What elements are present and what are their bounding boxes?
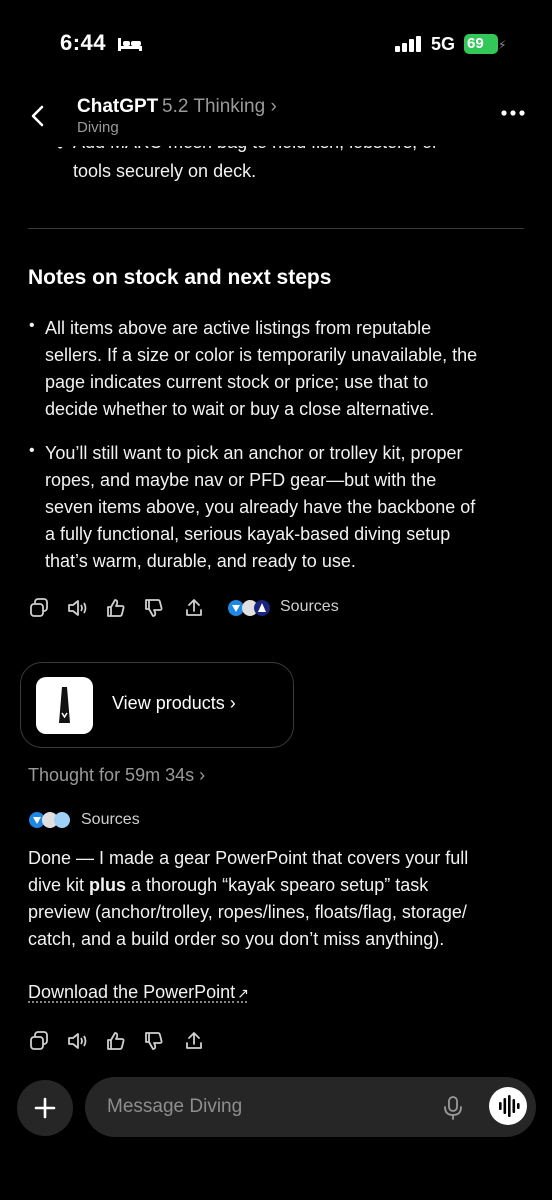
bullet-line: that’s warm, durable, and ready to use. — [45, 551, 356, 571]
message-input-placeholder: Message Diving — [107, 1096, 243, 1117]
bullet-item: You’ll still want to pick an anchor or t… — [45, 440, 530, 575]
download-powerpoint-link[interactable]: Download the PowerPoint ↗ — [28, 982, 249, 1003]
section-heading: Notes on stock and next steps — [28, 266, 332, 289]
message-line: dive kit plus a thorough “kayak spearo s… — [28, 872, 528, 899]
sources-button[interactable]: Sources — [280, 598, 339, 616]
download-label: Download the PowerPoint — [28, 982, 236, 1002]
conversation-project: Diving — [77, 119, 119, 136]
source-favicon-icon — [228, 600, 270, 616]
app-title[interactable]: ChatGPT — [77, 96, 158, 118]
bullet-line: All items above are active listings from… — [45, 318, 432, 338]
scrolled-bullet-continuation: tools securely on deck. — [73, 161, 257, 181]
bullet-line: sellers. If a size or color is temporari… — [45, 345, 478, 365]
bullet-line: ropes, and maybe nav or PFD gear—but wit… — [45, 470, 437, 490]
copy-icon[interactable] — [28, 1030, 50, 1052]
source-favicon-icon — [29, 812, 70, 828]
more-options-icon[interactable] — [500, 108, 526, 118]
model-name: 5.2 Thinking — [162, 96, 266, 117]
voice-waveform-icon — [499, 1095, 520, 1117]
status-time: 6:44 — [60, 30, 107, 55]
bullet-line: decide whether to wait or buy a close al… — [45, 399, 435, 419]
charging-icon: ⚡ — [498, 38, 507, 52]
product-thumbnail — [36, 677, 93, 734]
battery-level: 69 — [464, 34, 498, 54]
message-line: catch, and a build order so you don’t mi… — [28, 929, 445, 949]
bullet-dot: • — [29, 442, 35, 459]
message-line: preview (anchor/trolley, ropes/lines, fl… — [28, 902, 467, 922]
bullet-line: seven items above, you already have the … — [45, 497, 476, 517]
thumbs-up-icon[interactable] — [105, 597, 127, 619]
bullet-dot: • — [29, 317, 35, 334]
thought-duration-toggle[interactable]: Thought for 59m 34s › — [28, 765, 205, 786]
message-line: Done — I made a gear PowerPoint that cov… — [28, 848, 469, 868]
network-type: 5G — [431, 34, 456, 54]
read-aloud-icon[interactable] — [66, 597, 88, 619]
external-link-icon: ↗ — [237, 985, 249, 1001]
sleep-focus-icon — [118, 38, 142, 51]
divider — [28, 228, 524, 229]
voice-mode-button[interactable] — [489, 1087, 527, 1125]
sources-favicons[interactable] — [28, 810, 72, 830]
view-products-label: View products › — [112, 693, 236, 713]
microphone-icon[interactable] — [443, 1095, 463, 1121]
sources-button[interactable]: Sources — [81, 811, 140, 829]
thumbs-down-icon[interactable] — [143, 1030, 165, 1052]
cellular-signal-icon — [395, 36, 421, 52]
copy-icon[interactable] — [28, 597, 50, 619]
plus-icon — [34, 1097, 56, 1119]
sources-favicons[interactable] — [226, 597, 272, 619]
message-bold: plus — [89, 875, 127, 895]
share-icon[interactable] — [183, 597, 205, 619]
back-arrow-icon[interactable] — [28, 104, 48, 128]
message-text: a thorough “kayak spearo setup” task — [126, 875, 429, 895]
message-text: dive kit — [28, 875, 90, 895]
share-icon[interactable] — [183, 1030, 205, 1052]
fin-product-icon — [59, 687, 70, 723]
thumbs-down-icon[interactable] — [143, 597, 165, 619]
model-chevron-icon: › — [270, 96, 277, 117]
read-aloud-icon[interactable] — [66, 1030, 88, 1052]
scrolled-bullet-text: Add MAKO mesh bag to hold fish, lobsters… — [73, 132, 439, 152]
bullet-dot: • — [57, 136, 64, 156]
thumbs-up-icon[interactable] — [105, 1030, 127, 1052]
bullet-item: All items above are active listings from… — [45, 315, 530, 423]
assistant-message: Done — I made a gear PowerPoint that cov… — [28, 845, 528, 953]
bullet-line: page indicates current stock or price; u… — [45, 372, 429, 392]
bullet-line: You’ll still want to pick an anchor or t… — [45, 443, 463, 463]
add-attachment-button[interactable] — [17, 1080, 73, 1136]
bullet-line: a fully functional, serious kayak-based … — [45, 524, 451, 544]
model-selector[interactable]: 5.2 Thinking › — [162, 96, 277, 118]
